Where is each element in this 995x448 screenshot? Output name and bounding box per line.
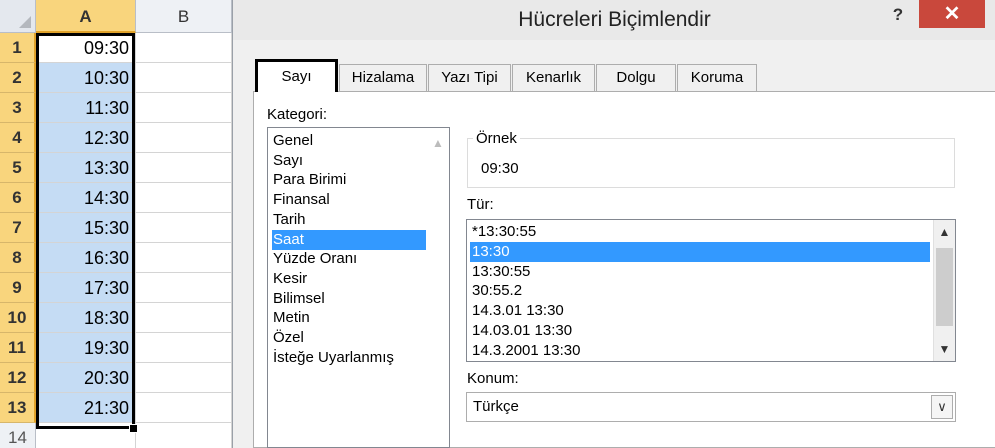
cell-b[interactable] — [136, 183, 232, 213]
cell-a[interactable]: 18:30 — [36, 303, 136, 333]
row-header[interactable]: 6 — [0, 183, 36, 213]
locale-select[interactable]: Türkçe ∨ — [466, 392, 956, 422]
category-scrollbar[interactable]: ▲ — [427, 128, 449, 447]
help-button[interactable]: ? — [883, 2, 913, 28]
scroll-up-icon[interactable]: ▲ — [431, 136, 445, 150]
row-header[interactable]: 7 — [0, 213, 36, 243]
category-item[interactable]: Metin — [272, 308, 426, 328]
type-item[interactable]: 13:30:55 — [470, 262, 930, 282]
cell-a[interactable]: 12:30 — [36, 123, 136, 153]
row-header[interactable]: 10 — [0, 303, 36, 333]
cell-b[interactable] — [136, 333, 232, 363]
type-list[interactable]: *13:30:55 13:30 13:30:55 30:55.2 14.3.01 13:… — [466, 219, 956, 362]
spreadsheet: A B 1 09:30 2 10:30 3 11:30 4 12:30 5 13:30 6 14:30… — [0, 0, 232, 448]
type-item[interactable]: 14.3.01 13:30 — [470, 301, 930, 321]
category-item[interactable]: Özel — [272, 328, 426, 348]
row-header[interactable]: 12 — [0, 363, 36, 393]
row-header[interactable]: 5 — [0, 153, 36, 183]
category-item[interactable]: İsteğe Uyarlanmış — [272, 348, 426, 368]
cell-a[interactable]: 21:30 — [36, 393, 136, 423]
cell-a[interactable]: 17:30 — [36, 273, 136, 303]
row-header[interactable]: 11 — [0, 333, 36, 363]
category-item[interactable]: Finansal — [272, 190, 426, 210]
cell-b[interactable] — [136, 33, 232, 63]
chevron-down-icon[interactable]: ∨ — [931, 395, 953, 419]
cell-b[interactable] — [136, 213, 232, 243]
row-header[interactable]: 1 — [0, 33, 36, 63]
cell-a[interactable]: 13:30 — [36, 153, 136, 183]
cell-b[interactable] — [136, 93, 232, 123]
cell-a[interactable]: 09:30 — [36, 33, 136, 63]
type-item[interactable]: 14.03.01 13:30 — [470, 321, 930, 341]
dialog-title: Hücreleri Biçimlendir — [518, 8, 711, 31]
cell-a[interactable]: 14:30 — [36, 183, 136, 213]
cell-b[interactable] — [136, 153, 232, 183]
row-header[interactable]: 2 — [0, 63, 36, 93]
fill-handle[interactable] — [129, 424, 138, 433]
type-label: Tür: — [467, 196, 494, 213]
category-item[interactable]: Kesir — [272, 269, 426, 289]
type-scrollbar[interactable]: ▲ ▼ — [933, 220, 955, 361]
cell-b[interactable] — [136, 423, 232, 448]
type-item[interactable]: 30:55.2 — [470, 281, 930, 301]
category-item[interactable]: Yüzde Oranı — [272, 249, 426, 269]
cell-b[interactable] — [136, 63, 232, 93]
close-button[interactable]: ✕ — [919, 0, 985, 28]
row-header[interactable]: 8 — [0, 243, 36, 273]
category-list[interactable]: Genel Sayı Para Birimi Finansal Tarih Saat Yüz… — [267, 127, 450, 448]
locale-value: Türkçe — [473, 398, 519, 415]
cell-a[interactable]: 11:30 — [36, 93, 136, 123]
scroll-up-icon[interactable]: ▲ — [934, 222, 955, 242]
category-item[interactable]: Para Birimi — [272, 170, 426, 190]
select-all-corner[interactable] — [0, 0, 36, 33]
cell-a[interactable] — [36, 423, 136, 448]
row-header[interactable]: 3 — [0, 93, 36, 123]
tab-font[interactable]: Yazı Tipi — [428, 64, 511, 92]
dialog-body: Sayı Hizalama Yazı Tipi Kenarlık Dolgu K… — [243, 44, 995, 448]
category-item[interactable]: Genel — [272, 131, 426, 151]
category-item[interactable]: Saat — [272, 229, 426, 250]
cell-a[interactable]: 15:30 — [36, 213, 136, 243]
category-item[interactable]: Sayı — [272, 151, 426, 171]
cell-a[interactable]: 20:30 — [36, 363, 136, 393]
scroll-thumb[interactable] — [936, 248, 953, 326]
cell-b[interactable] — [136, 273, 232, 303]
tab-number[interactable]: Sayı — [255, 59, 338, 92]
cell-b[interactable] — [136, 303, 232, 333]
type-item[interactable]: 14.3.2001 13:30 — [470, 341, 930, 361]
type-item[interactable]: 13:30 — [470, 241, 930, 262]
row-header[interactable]: 4 — [0, 123, 36, 153]
tab-fill[interactable]: Dolgu — [596, 64, 676, 92]
format-cells-dialog: Hücreleri Biçimlendir ? ✕ Sayı Hizalama … — [232, 0, 995, 448]
cell-b[interactable] — [136, 243, 232, 273]
row-header[interactable]: 13 — [0, 393, 36, 423]
tab-border[interactable]: Kenarlık — [512, 64, 595, 92]
column-header-b[interactable]: B — [136, 0, 232, 33]
cell-b[interactable] — [136, 393, 232, 423]
category-item[interactable]: Tarih — [272, 210, 426, 230]
tab-protection[interactable]: Koruma — [677, 64, 757, 92]
category-label: Kategori: — [267, 106, 328, 123]
locale-label: Konum: — [467, 370, 519, 387]
cell-b[interactable] — [136, 123, 232, 153]
row-header[interactable]: 9 — [0, 273, 36, 303]
tab-alignment[interactable]: Hizalama — [339, 64, 427, 92]
sample-group — [467, 138, 955, 188]
type-item[interactable]: *13:30:55 — [470, 222, 930, 242]
sample-label: Örnek — [473, 130, 520, 147]
scroll-down-icon[interactable]: ▼ — [934, 339, 955, 359]
cell-a[interactable]: 10:30 — [36, 63, 136, 93]
title-bar: Hücreleri Biçimlendir ? ✕ — [233, 0, 995, 40]
cell-b[interactable] — [136, 363, 232, 393]
cell-a[interactable]: 16:30 — [36, 243, 136, 273]
sample-value: 09:30 — [481, 160, 519, 177]
row-header[interactable]: 14 — [0, 423, 36, 448]
category-item[interactable]: Bilimsel — [272, 289, 426, 309]
column-header-a[interactable]: A — [36, 0, 136, 33]
cell-a[interactable]: 19:30 — [36, 333, 136, 363]
